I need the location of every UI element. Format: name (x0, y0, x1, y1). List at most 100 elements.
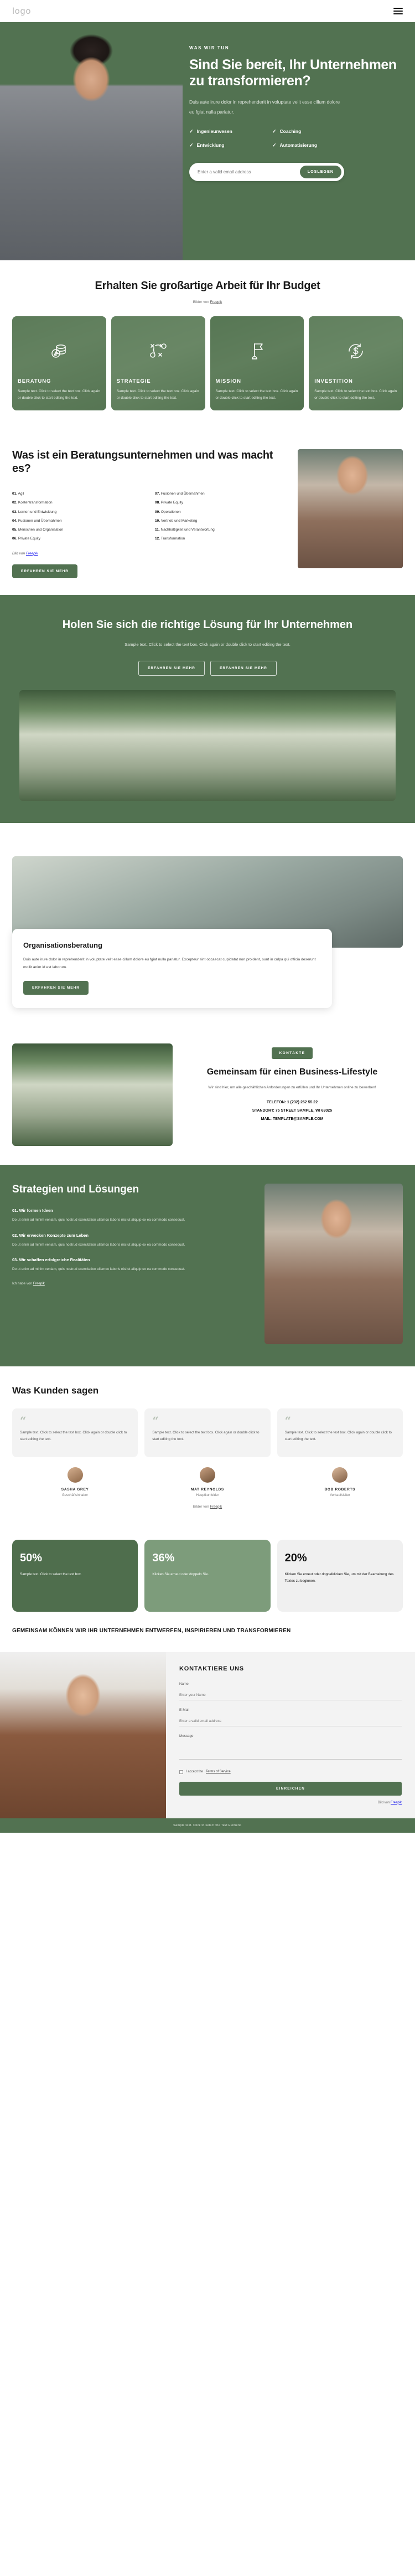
list-item-label: Kostentransformation (18, 501, 53, 505)
cta-primary-button[interactable]: ERFAHREN SIE MEHR (138, 661, 205, 676)
service-card-mission[interactable]: MISSION Sample text. Click to select the… (210, 316, 304, 410)
cta-title: Holen Sie sich die richtige Lösung für I… (62, 618, 353, 631)
check-icon: ✓ (189, 128, 194, 134)
testimonial-authors: SASHA GREY Geschäftsinhaber MAT REYNOLDS… (12, 1467, 403, 1497)
what-is-right-image (298, 449, 403, 578)
cta-secondary-button[interactable]: ERFAHREN SIE MEHR (210, 661, 277, 676)
testimonial-text: Sample text. Click to select the text bo… (152, 1430, 260, 1441)
testimonials-title: Was Kunden sagen (12, 1385, 99, 1396)
site-logo[interactable]: logo (12, 6, 31, 16)
terms-checkbox[interactable] (179, 1770, 183, 1774)
strategy-step-text: Do ut enim ad minim veniam, quis nostrud… (12, 1267, 185, 1271)
contact-mail[interactable]: MAIL: TEMPLATE@SAMPLE.COM (181, 1115, 403, 1124)
author-role: Verkaufsleiter (330, 1493, 350, 1497)
service-card-title: BERATUNG (18, 378, 51, 384)
freepik-link[interactable]: Freepik (26, 552, 38, 556)
contact-intro-text: KONTAKTE Gemeinsam für einen Business-Li… (181, 1043, 403, 1124)
message-field-wrapper: Message (179, 1734, 402, 1762)
service-card-beratung[interactable]: BERATUNG Sample text. Click to select th… (12, 316, 106, 410)
stats-section: 50% Sample text. Click to select the tex… (0, 1525, 415, 1617)
what-is-title: Was ist ein Beratungsunternehmen und was… (12, 449, 273, 475)
terms-link[interactable]: Terms of Service (206, 1770, 231, 1773)
contact-team-photo (12, 1043, 173, 1146)
what-is-lists: 01. Agil 02. Kostentransformation 03. Le… (12, 490, 290, 544)
stat-card: 20% Klicken Sie erneut oder doppelklicke… (277, 1539, 403, 1612)
band-spacer (0, 823, 415, 857)
hero-email-input[interactable] (192, 166, 300, 178)
freepik-link[interactable]: Freepik (210, 300, 222, 304)
organisation-learn-more-button[interactable]: ERFAHREN SIE MEHR (23, 980, 89, 995)
strategies-left: Strategien und Lösungen 01. Wir formen I… (12, 1184, 256, 1344)
list-item: 08. Private Equity (155, 498, 290, 507)
strategy-step-heading: 01. Wir formen Ideen (12, 1208, 256, 1213)
dollar-refresh-icon (309, 342, 403, 363)
hero-submit-button[interactable]: LOSLEGEN (299, 165, 341, 178)
list-item: 06. Private Equity (12, 534, 147, 543)
name-input[interactable] (179, 1691, 402, 1700)
contact-phone[interactable]: TELEFON: 1 (232) 252 55 22 (181, 1099, 403, 1107)
flag-icon (210, 342, 304, 363)
list-item-label: Fusionen und Übernahmen (160, 492, 205, 496)
hero-title: Sind Sie bereit, Ihr Unternehmen zu tran… (189, 57, 397, 89)
quote-icon: “ (20, 1413, 27, 1427)
organisation-paragraph: Duis aute irure dolor in reprehenderit i… (23, 958, 316, 970)
hamburger-menu-icon[interactable] (393, 8, 403, 14)
terms-row[interactable]: I accept the Terms of Service (179, 1770, 402, 1774)
hero-image-businessman (0, 22, 183, 260)
list-item-number: 02. (12, 501, 18, 505)
list-item: 02. Kostentransformation (12, 498, 147, 507)
hero-feature-item: ✓ Automatisierung (272, 142, 350, 148)
contact-form-title: KONTAKTIERE UNS (179, 1665, 244, 1672)
strategy-step-text: Do ut enim ad minim veniam, quis nostrud… (12, 1242, 185, 1247)
consultant-photo (298, 449, 403, 568)
list-item: 07. Fusionen und Übernahmen (155, 490, 290, 498)
terms-prefix: I accept the (186, 1770, 204, 1774)
strategy-step-text: Do ut enim ad minim veniam, quis nostrud… (12, 1218, 185, 1222)
testimonial-card-grid: “ Sample text. Click to select the text … (12, 1408, 403, 1457)
list-item-number: 10. (155, 518, 160, 523)
contact-intro-section: KONTAKTE Gemeinsam für einen Business-Li… (0, 1027, 415, 1165)
author-name: BOB ROBERTS (324, 1487, 356, 1492)
testimonial-text: Sample text. Click to select the text bo… (284, 1430, 392, 1441)
stat-text: Klicken Sie erneut oder doppeln Sie. (152, 1572, 209, 1576)
avatar (67, 1467, 83, 1483)
hero-content: WAS WIR TUN Sind Sie bereit, Ihr Unterne… (183, 22, 415, 260)
service-card-title: STRATEGIE (116, 378, 151, 384)
contact-form-submit-button[interactable]: EINREICHEN (179, 1781, 402, 1796)
check-icon: ✓ (189, 142, 194, 148)
stat-text: Sample text. Click to select the text bo… (20, 1572, 82, 1576)
contact-form-section: KONTAKTIERE UNS Name E-Mail Message I ac… (0, 1652, 415, 1818)
what-is-credit: Bild von Freepik (12, 552, 290, 556)
landing-page: logo WAS WIR TUN Sind Sie bereit, Ihr Un… (0, 0, 415, 1833)
hero-feature-item: ✓ Ingenieurwesen (189, 128, 267, 135)
organisation-consulting-section: Organisationsberatung Duis aute irure do… (0, 856, 415, 1027)
email-input[interactable] (179, 1717, 402, 1726)
freepik-link[interactable]: Freepik (391, 1801, 402, 1804)
freepik-link[interactable]: Freepik (33, 1282, 45, 1286)
list-item: 09. Operationen (155, 508, 290, 517)
quote-icon: “ (152, 1413, 159, 1427)
email-field-wrapper: E-Mail (179, 1708, 402, 1726)
what-is-learn-more-button[interactable]: ERFAHREN SIE MEHR (12, 564, 77, 578)
strategy-step: 02. Wir erwecken Konzepte zum Leben Do u… (12, 1233, 256, 1248)
service-card-title: INVESTITION (314, 378, 353, 384)
contact-lead: Wir sind hier, um alle geschäftlichen An… (208, 1086, 376, 1090)
list-item: 04. Fusionen und Übernahmen (12, 517, 147, 526)
freepik-link[interactable]: Freepik (210, 1505, 222, 1509)
author-name: MAT REYNOLDS (191, 1487, 224, 1492)
list-item-number: 05. (12, 528, 18, 532)
contact-badge: KONTAKTE (271, 1047, 313, 1059)
contact-address: STANDORT: 75 STREET SAMPLE, WI 63025 (252, 1108, 333, 1113)
strategies-photo (264, 1183, 403, 1344)
strategy-step-title: Wir formen Ideen (19, 1208, 53, 1214)
testimonials-credit: Bilder von Freepik (12, 1505, 403, 1509)
list-item-label: Operationen (160, 510, 181, 514)
service-card-investition[interactable]: INVESTITION Sample text. Click to select… (309, 316, 403, 410)
service-card-strategie[interactable]: STRATEGIE Sample text. Click to select t… (111, 316, 205, 410)
quote-icon: “ (284, 1413, 292, 1427)
list-item-number: 03. (12, 510, 18, 514)
message-textarea[interactable] (179, 1740, 402, 1760)
service-card-text: Sample text. Click to select the text bo… (18, 389, 100, 400)
list-item: 10. Vertrieb und Marketing (155, 517, 290, 526)
testimonial-author: SASHA GREY Geschäftsinhaber (12, 1467, 138, 1497)
